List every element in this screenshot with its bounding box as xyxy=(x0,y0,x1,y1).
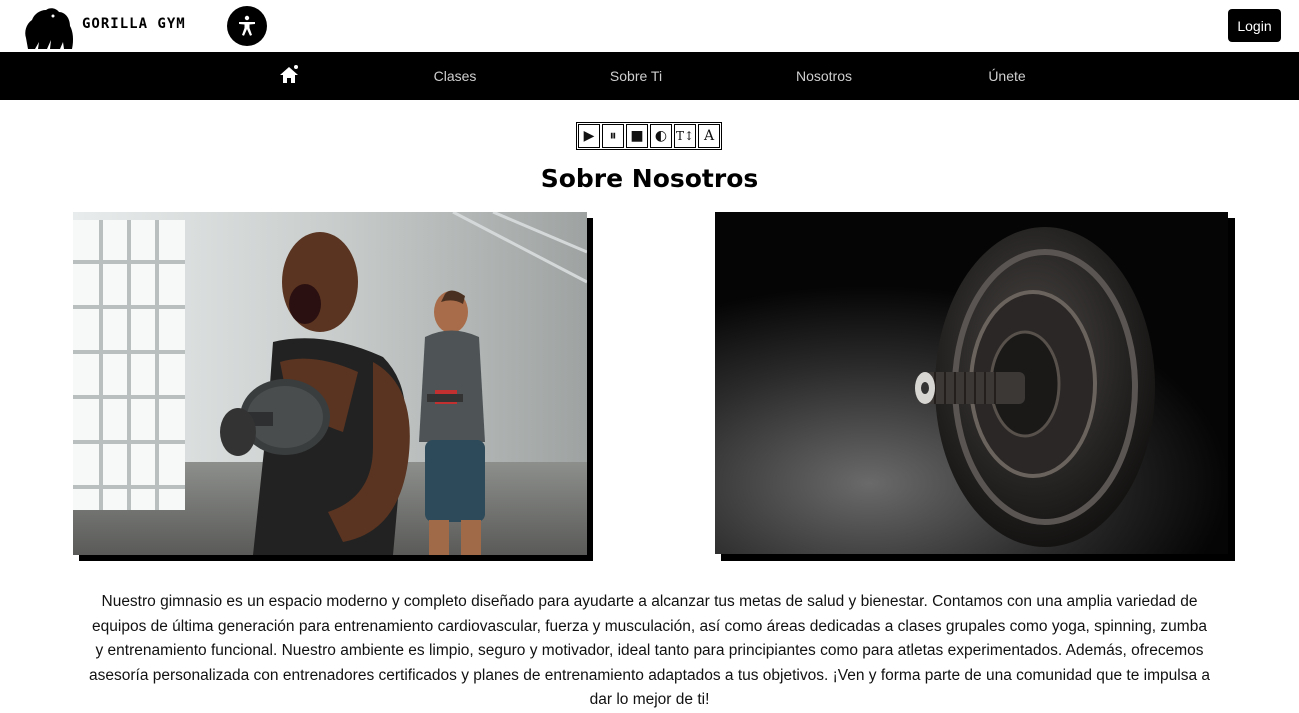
stop-icon[interactable]: ■ xyxy=(626,124,648,148)
photo-weight-plate xyxy=(715,212,1235,562)
contrast-icon[interactable]: ◐ xyxy=(650,124,672,148)
font-icon[interactable]: A xyxy=(698,124,720,148)
text-size-icon[interactable]: T↕ xyxy=(674,124,696,148)
tts-controls: ▶ ⏸ ■ ◐ T↕ A xyxy=(576,122,722,150)
weight-plate-image xyxy=(715,212,1228,554)
nav-item-clases[interactable]: Clases xyxy=(425,52,485,100)
gorilla-logo-icon[interactable] xyxy=(20,4,76,50)
play-icon[interactable]: ▶ xyxy=(578,124,600,148)
brand-name: GORILLA GYM xyxy=(82,16,186,32)
accessibility-button[interactable] xyxy=(227,6,267,46)
login-button[interactable]: Login xyxy=(1228,9,1281,42)
nav-item-unete[interactable]: Únete xyxy=(980,52,1034,100)
main-nav: Clases Sobre Ti Nosotros Únete xyxy=(0,52,1299,100)
about-description: Nuestro gimnasio es un espacio moderno y… xyxy=(88,593,1210,708)
home-icon[interactable] xyxy=(278,64,300,86)
athletes-image xyxy=(73,212,587,555)
accessibility-icon xyxy=(239,15,255,36)
photo-athletes xyxy=(73,212,595,562)
nav-item-sobre-ti[interactable]: Sobre Ti xyxy=(600,52,672,100)
nav-item-nosotros[interactable]: Nosotros xyxy=(787,52,861,100)
pause-icon[interactable]: ⏸ xyxy=(602,124,624,148)
top-bar: GORILLA GYM Login xyxy=(0,0,1299,52)
page-title: Sobre Nosotros xyxy=(540,164,759,193)
